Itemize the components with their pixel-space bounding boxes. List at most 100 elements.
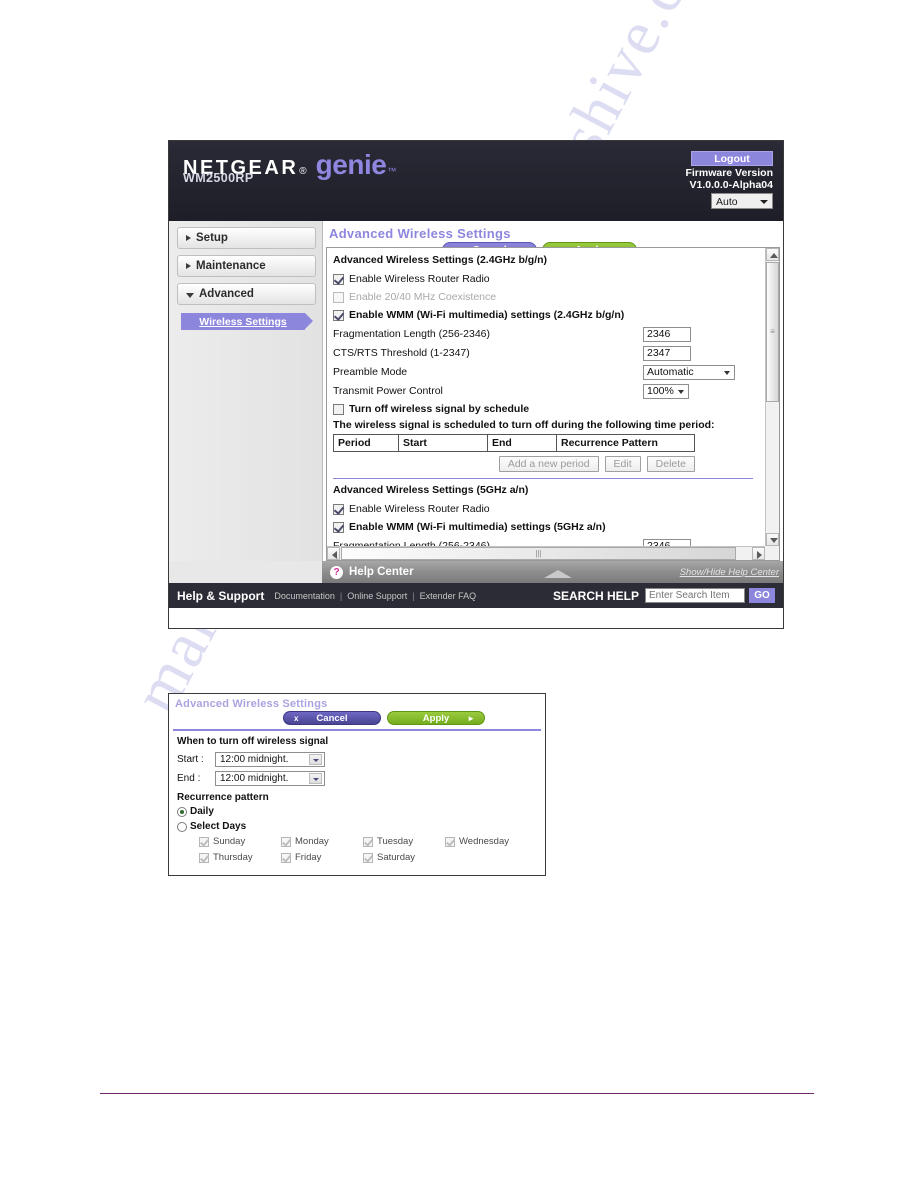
preamble-mode-select[interactable]: Automatic	[643, 364, 735, 380]
scroll-up-button[interactable]	[766, 248, 779, 261]
checkbox-row-enable-radio-5[interactable]: Enable Wireless Router Radio	[333, 501, 765, 517]
horizontal-scrollbar[interactable]: |||	[327, 546, 765, 560]
grip-icon: ≡	[770, 327, 775, 336]
sidebar-item-advanced[interactable]: Advanced	[177, 283, 316, 305]
dialog-cancel-button[interactable]: x Cancel	[283, 711, 381, 725]
language-select[interactable]: Auto	[711, 193, 773, 209]
checkbox-enable-2040-coexistence[interactable]	[333, 291, 344, 303]
transmit-power-select[interactable]: 100%	[643, 383, 689, 399]
checkbox-tuesday[interactable]	[363, 836, 373, 847]
dialog-apply-label: Apply	[422, 712, 450, 724]
fragmentation-length-input-24[interactable]	[643, 326, 691, 342]
checkbox-row-wmm-5[interactable]: Enable WMM (Wi-Fi multimedia) settings (…	[333, 519, 765, 535]
scroll-left-button[interactable]	[327, 547, 340, 560]
dialog-body: When to turn off wireless signal Start :…	[169, 731, 545, 863]
fragmentation-length-input-5[interactable]	[643, 538, 691, 546]
schedule-table-header-row: Period Start End Recurrence Pattern	[333, 434, 695, 452]
sidebar-item-setup[interactable]: Setup	[177, 227, 316, 249]
checkbox-enable-wmm-5[interactable]	[333, 521, 344, 533]
checkbox-friday[interactable]	[281, 852, 291, 863]
search-help-input[interactable]	[645, 588, 745, 603]
show-hide-help-center-link[interactable]: Show/Hide Help Center	[680, 567, 779, 578]
end-time-value: 12:00 midnight.	[220, 773, 289, 784]
checkbox-turn-off-by-schedule[interactable]	[333, 403, 344, 415]
cts-rts-threshold-input-24[interactable]	[643, 345, 691, 361]
add-a-new-period-button[interactable]: Add a new period	[498, 456, 599, 472]
chevron-down-icon	[186, 292, 194, 298]
vertical-scroll-thumb[interactable]: ≡	[766, 262, 779, 402]
radio-daily[interactable]	[177, 806, 187, 817]
checkbox-row-wmm-24[interactable]: Enable WMM (Wi-Fi multimedia) settings (…	[333, 307, 765, 323]
help-bar-left-spacer	[169, 561, 322, 583]
page-footer-rule	[100, 1093, 814, 1094]
end-time-label: End :	[177, 773, 201, 784]
checkbox-enable-wireless-router-radio-5[interactable]	[333, 503, 344, 515]
sidebar-item-setup-label: Setup	[196, 232, 228, 244]
scroll-down-button[interactable]	[766, 533, 779, 546]
footer-link-documentation[interactable]: Documentation	[274, 591, 335, 601]
triangle-right-icon	[757, 551, 762, 559]
help-center-bar: ? Help Center Show/Hide Help Center	[169, 561, 783, 583]
day-cell-wednesday[interactable]: Wednesday	[445, 836, 527, 847]
scroll-right-button[interactable]	[752, 547, 765, 560]
logout-button[interactable]: Logout	[691, 151, 773, 166]
day-cell-sunday[interactable]: Sunday	[199, 836, 281, 847]
question-mark-icon[interactable]: ?	[330, 565, 343, 579]
radio-row-select-days[interactable]: Select Days	[177, 821, 545, 832]
day-cell-saturday[interactable]: Saturday	[363, 852, 445, 863]
day-cell-thursday[interactable]: Thursday	[199, 852, 281, 863]
chevron-down-icon	[678, 389, 684, 394]
days-row-1: Sunday Monday Tuesday Wednesday	[199, 836, 529, 847]
dialog-apply-button[interactable]: Apply ►	[387, 711, 485, 725]
day-cell-friday[interactable]: Friday	[281, 852, 363, 863]
firmware-version-value: V1.0.0.0-Alpha04	[689, 179, 773, 191]
checkbox-wednesday[interactable]	[445, 836, 455, 847]
checkbox-row-enable-radio-24[interactable]: Enable Wireless Router Radio	[333, 271, 765, 287]
checkbox-thursday[interactable]	[199, 852, 209, 863]
field-row-ctsrts-24: CTS/RTS Threshold (1-2347)	[333, 344, 765, 362]
collapse-triangle-icon[interactable]	[544, 570, 572, 578]
label-monday: Monday	[295, 836, 329, 847]
footer-links: Documentation | Online Support | Extende…	[274, 591, 476, 601]
vertical-scrollbar[interactable]: ≡	[765, 248, 779, 546]
checkbox-enable-wmm-24[interactable]	[333, 309, 344, 321]
field-row-preamble: Preamble Mode Automatic	[333, 363, 765, 381]
settings-scroll-area: Advanced Wireless Settings (2.4GHz b/g/n…	[326, 247, 780, 561]
checkbox-enable-wireless-router-radio-24[interactable]	[333, 273, 344, 285]
start-time-value: 12:00 midnight.	[220, 754, 289, 765]
edit-button[interactable]: Edit	[604, 456, 641, 472]
checkbox-saturday[interactable]	[363, 852, 373, 863]
sidebar-nav: Setup Maintenance Advanced Wireless Sett…	[169, 221, 322, 561]
checkbox-row-coexistence[interactable]: Enable 20/40 MHz Coexistence	[333, 289, 765, 305]
label-tuesday: Tuesday	[377, 836, 414, 847]
radio-select-days[interactable]	[177, 821, 187, 832]
end-time-row: End : 12:00 midnight.	[177, 771, 545, 786]
triangle-down-icon	[770, 538, 778, 543]
horizontal-scroll-thumb[interactable]: |||	[341, 547, 736, 560]
checkbox-sunday[interactable]	[199, 836, 209, 847]
radio-daily-label: Daily	[190, 806, 214, 817]
sidebar-item-maintenance-label: Maintenance	[196, 260, 266, 272]
sidebar-item-wireless-settings[interactable]: Wireless Settings	[181, 313, 313, 330]
day-cell-monday[interactable]: Monday	[281, 836, 363, 847]
label-thursday: Thursday	[213, 852, 253, 863]
checkbox-row-schedule[interactable]: Turn off wireless signal by schedule	[333, 401, 765, 417]
schedule-note: The wireless signal is scheduled to turn…	[333, 419, 715, 431]
day-cell-tuesday[interactable]: Tuesday	[363, 836, 445, 847]
column-header-start: Start	[398, 434, 488, 452]
end-time-select[interactable]: 12:00 midnight.	[215, 771, 325, 786]
chevron-right-icon	[186, 235, 191, 241]
help-and-support-title: Help & Support	[177, 588, 265, 603]
search-go-button[interactable]: GO	[749, 588, 775, 603]
radio-row-daily[interactable]: Daily	[177, 806, 545, 817]
field-label-transmit-power: Transmit Power Control	[333, 385, 443, 397]
footer-link-online-support[interactable]: Online Support	[347, 591, 407, 601]
checkbox-label-turn-off-by-schedule: Turn off wireless signal by schedule	[349, 403, 530, 415]
app-header: NETGEAR ® genie ™ WM2500RP Logout Firmware…	[169, 141, 783, 221]
footer-link-extender-faq[interactable]: Extender FAQ	[420, 591, 477, 601]
delete-button[interactable]: Delete	[646, 456, 695, 472]
checkbox-monday[interactable]	[281, 836, 291, 847]
sidebar-item-maintenance[interactable]: Maintenance	[177, 255, 316, 277]
start-time-select[interactable]: 12:00 midnight.	[215, 752, 325, 767]
page-title: Advanced Wireless Settings	[329, 226, 511, 241]
